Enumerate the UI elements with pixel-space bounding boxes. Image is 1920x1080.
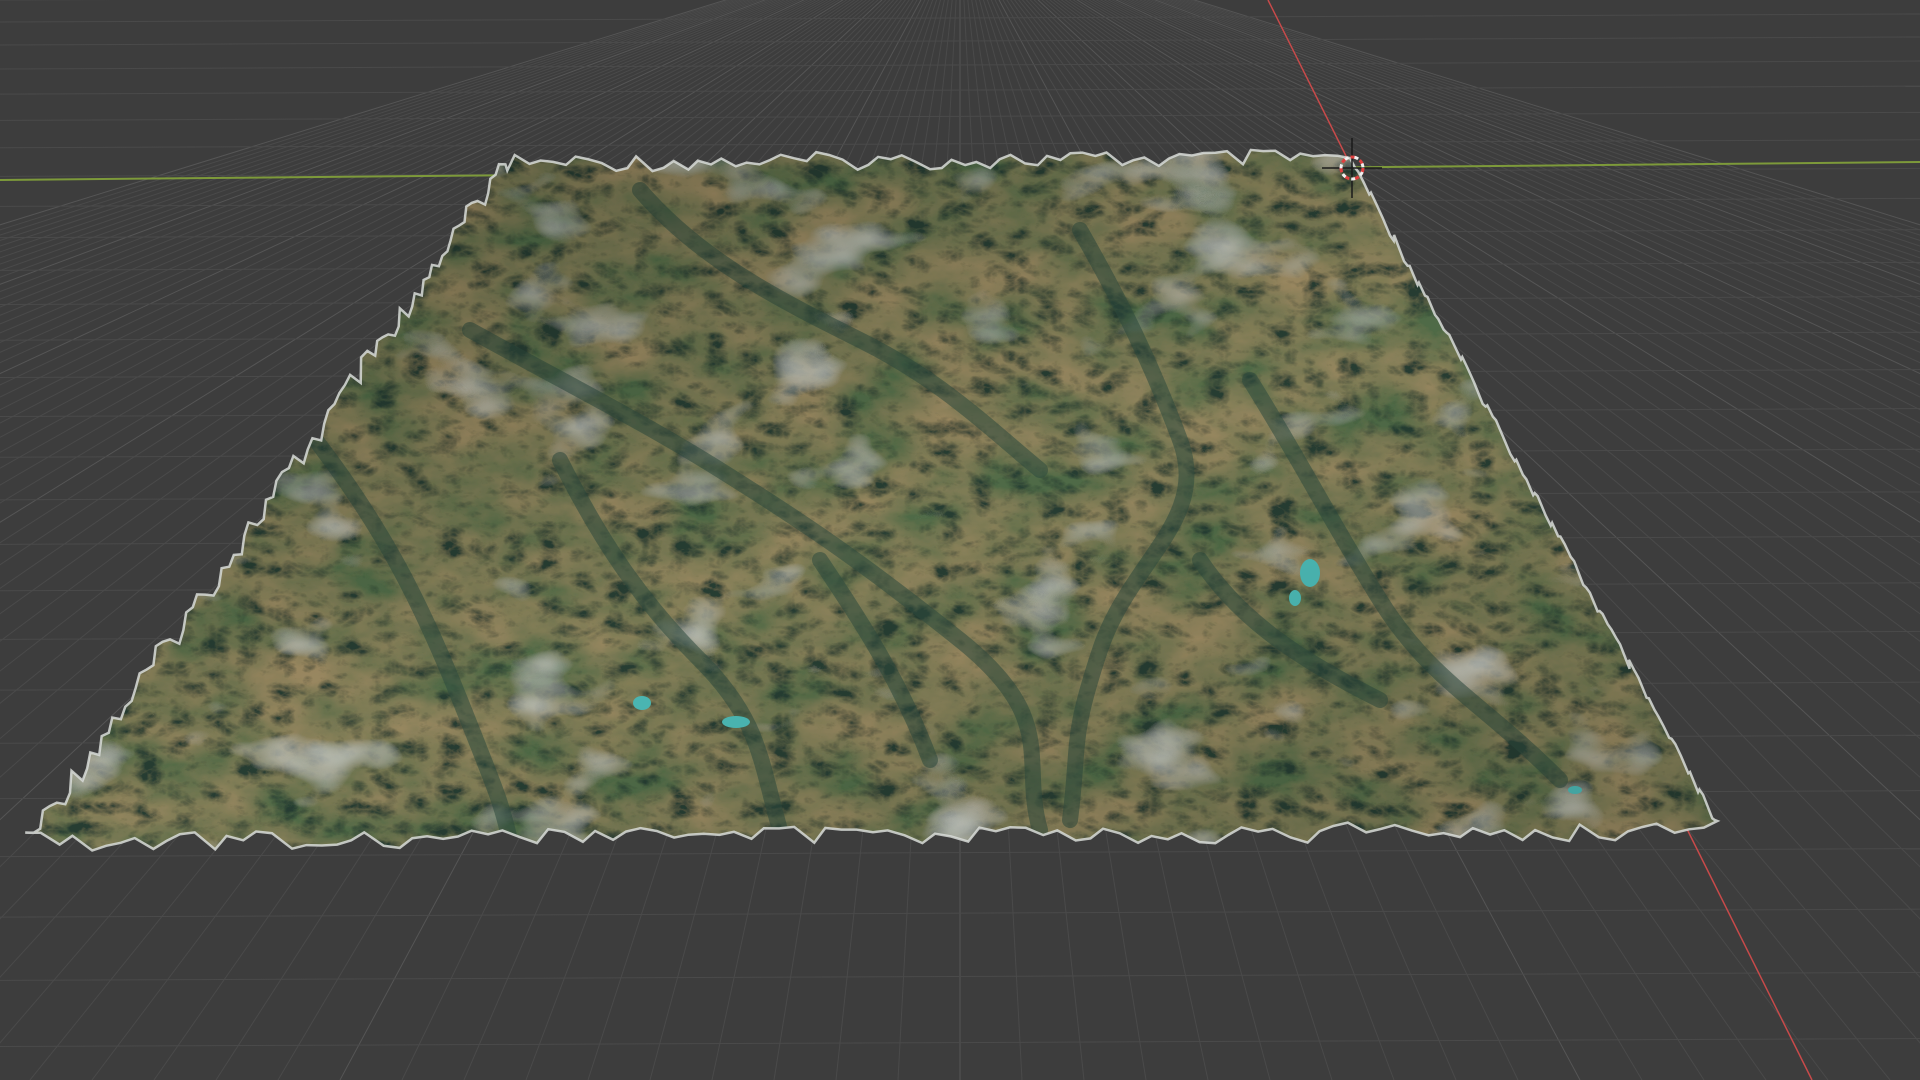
3d-viewport[interactable] bbox=[0, 0, 1920, 1080]
viewport-canvas[interactable] bbox=[0, 0, 1920, 1080]
